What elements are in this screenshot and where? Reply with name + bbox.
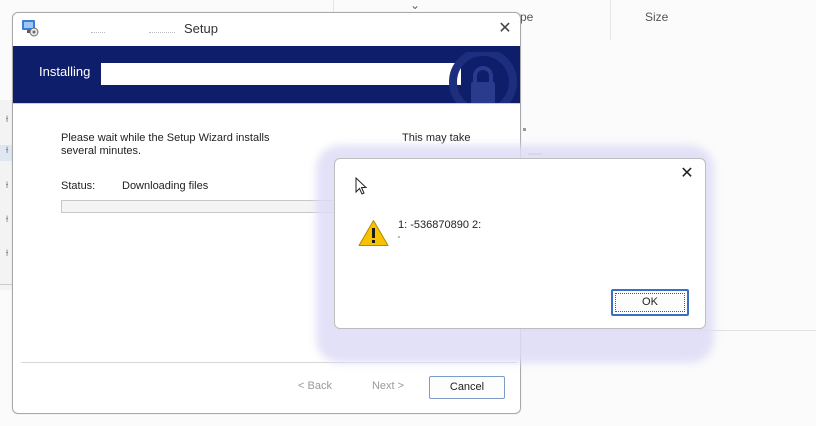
message-fragment xyxy=(398,236,400,238)
column-header-size[interactable]: Size xyxy=(645,10,668,24)
warning-icon xyxy=(358,220,389,246)
close-icon[interactable]: ✕ xyxy=(677,164,697,184)
chevron-down-icon[interactable]: ⌄ xyxy=(410,0,420,12)
ok-button[interactable]: OK xyxy=(611,289,689,316)
column-divider xyxy=(610,0,611,40)
install-message-line2: several minutes. xyxy=(61,145,142,157)
installer-icon xyxy=(22,20,39,37)
install-message-line1: Please wait while the Setup Wizard insta… xyxy=(61,132,270,144)
redacted-title-text xyxy=(91,32,105,34)
banner-title: Installing xyxy=(39,64,91,79)
next-button[interactable]: Next > xyxy=(364,376,412,397)
status-label: Status: xyxy=(61,180,96,192)
divider xyxy=(13,103,520,104)
setup-banner: Installing xyxy=(13,46,520,103)
close-icon[interactable]: ✕ xyxy=(493,17,517,41)
status-value: Downloading files xyxy=(122,180,209,192)
error-dialog: ✕ 1: -536870890 2: OK xyxy=(334,158,706,329)
back-button[interactable]: < Back xyxy=(291,376,339,397)
list-item-fragment xyxy=(523,128,526,131)
lock-icon xyxy=(449,52,517,103)
error-message: 1: -536870890 2: xyxy=(398,219,482,231)
progress-bar xyxy=(61,200,343,213)
cancel-button[interactable]: Cancel xyxy=(429,376,505,399)
mouse-pointer-icon xyxy=(355,177,368,195)
window-title: Setup xyxy=(184,21,218,36)
column-header-type[interactable]: pe xyxy=(520,10,533,24)
title-bar[interactable]: Setup ✕ xyxy=(13,13,520,45)
install-duration-note: This may take xyxy=(402,132,471,144)
redacted-product-name xyxy=(101,63,461,85)
redacted-title-text xyxy=(149,32,175,34)
